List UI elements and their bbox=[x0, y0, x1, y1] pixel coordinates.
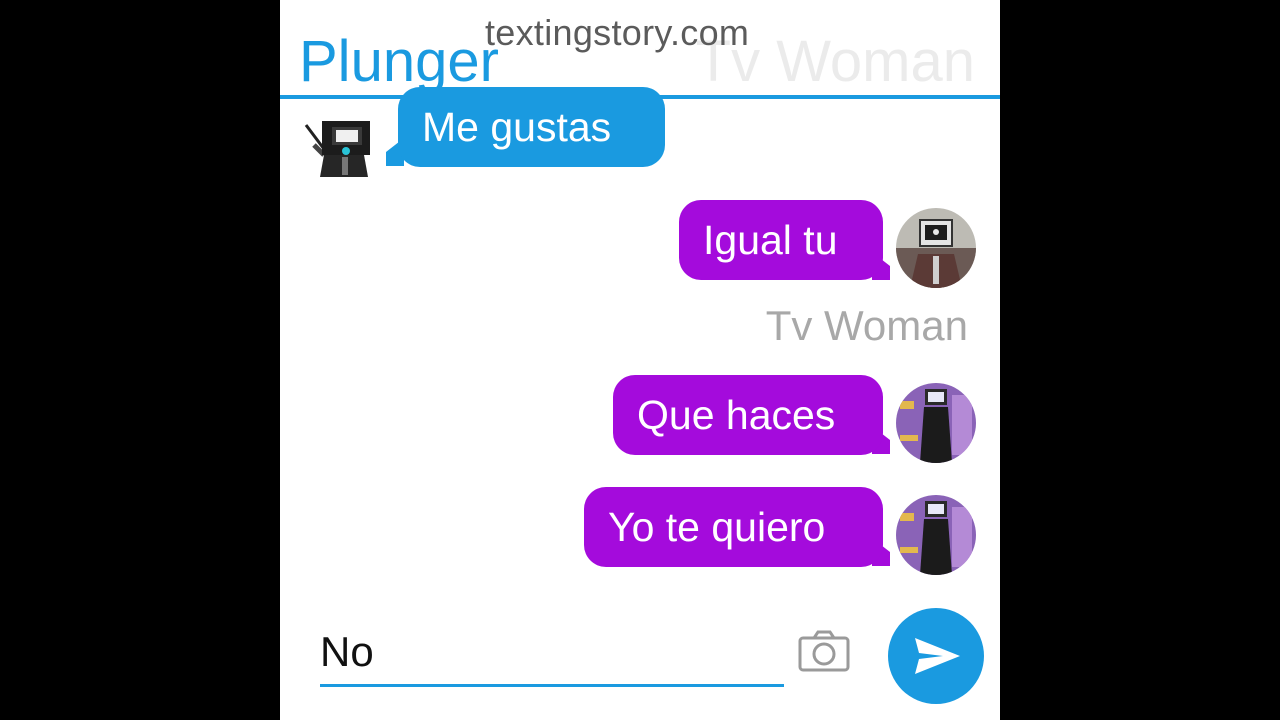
plunger-avatar-icon bbox=[302, 105, 378, 181]
message-bubble-right[interactable]: Yo te quiero bbox=[584, 487, 883, 567]
sender-label: Tv Woman bbox=[765, 302, 968, 349]
tv-woman-avatar-icon bbox=[896, 383, 976, 463]
camera-icon[interactable] bbox=[798, 630, 850, 672]
send-arrow-icon bbox=[915, 638, 960, 674]
tv-woman-avatar-icon bbox=[896, 495, 976, 575]
message-input[interactable] bbox=[320, 628, 760, 676]
tv-man-avatar-icon bbox=[896, 208, 976, 288]
message-bubble-left[interactable]: Me gustas bbox=[398, 87, 665, 167]
chat-screen: textingstory.com Plunger Tv Woman Me gus… bbox=[280, 0, 1000, 720]
message-bubble-right[interactable]: Que haces bbox=[613, 375, 883, 455]
message-bubble-right[interactable]: Igual tu bbox=[679, 200, 883, 280]
send-button[interactable] bbox=[888, 608, 984, 704]
contact-name-left[interactable]: Plunger bbox=[299, 28, 499, 95]
input-underline bbox=[320, 684, 784, 687]
watermark: textingstory.com bbox=[485, 12, 750, 53]
